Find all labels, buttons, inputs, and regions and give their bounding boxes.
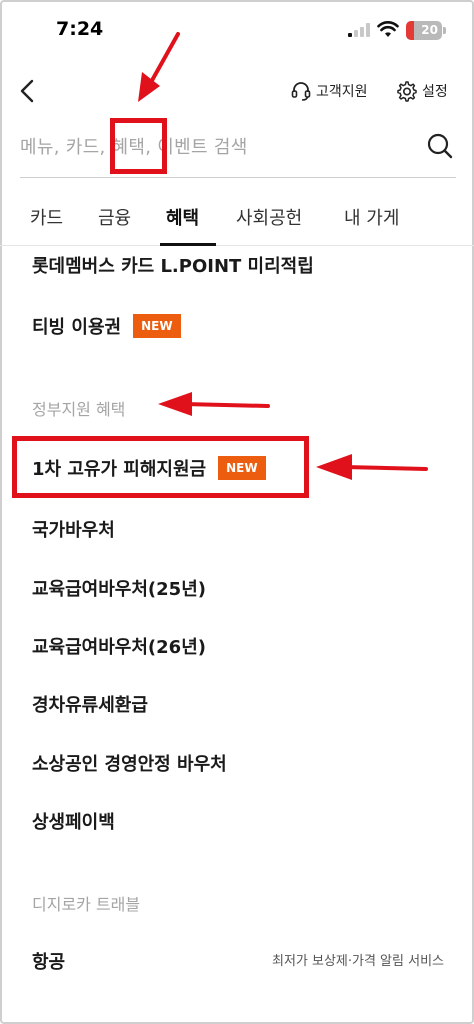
menu-item-label: 교육급여바우처(25년) — [32, 579, 206, 600]
annotation-box-search-keyword — [110, 118, 167, 174]
battery-icon: 20 — [406, 21, 442, 40]
menu-item-label: 경차유류세환급 — [32, 695, 148, 716]
battery-cap — [443, 27, 446, 34]
tab-benefits[interactable]: 혜택 — [166, 204, 199, 230]
category-tabs: 카드 금융 혜택 사회공헌 내 가게 — [0, 192, 474, 246]
settings-label: 설정 — [422, 84, 448, 100]
menu-item-flight[interactable]: 항공 — [32, 948, 65, 974]
menu-item-label: 티빙 이용권 — [32, 317, 122, 338]
back-button[interactable] — [14, 76, 42, 106]
tab-social[interactable]: 사회공헌 — [236, 204, 302, 230]
menu-item-lpoint[interactable]: 롯데멤버스 카드 L.POINT 미리적립 — [32, 252, 314, 278]
customer-support-button[interactable]: 고객지원 — [290, 78, 368, 104]
status-bar: 7:24 20 — [0, 0, 474, 60]
menu-item-label: 소상공인 경영안정 바우처 — [32, 754, 227, 775]
tab-my-store[interactable]: 내 가게 — [344, 204, 399, 230]
menu-item-payback[interactable]: 상생페이백 — [32, 808, 115, 834]
search-icon[interactable] — [426, 132, 454, 160]
customer-support-label: 고객지원 — [316, 84, 368, 100]
menu-item-label: 롯데멤버스 카드 L.POINT 미리적립 — [32, 256, 314, 277]
menu-item-label: 항공 — [32, 952, 66, 973]
status-time: 7:24 — [56, 18, 104, 40]
annotation-box-support-fund — [12, 436, 309, 498]
battery-level: 20 — [421, 23, 438, 37]
headset-icon — [291, 82, 311, 101]
signal-icon — [348, 23, 372, 37]
menu-item-edu-voucher-25[interactable]: 교육급여바우처(25년) — [32, 575, 206, 601]
active-tab-indicator — [160, 243, 216, 246]
menu-item-flight-subtext: 최저가 보상제·가격 알림 서비스 — [271, 954, 444, 969]
menu-item-national-voucher[interactable]: 국가바우처 — [32, 516, 115, 542]
menu-item-edu-voucher-26[interactable]: 교육급여바우처(26년) — [32, 633, 206, 659]
menu-item-smallbiz-voucher[interactable]: 소상공인 경영안정 바우처 — [32, 750, 227, 776]
new-badge: NEW — [133, 314, 181, 338]
menu-item-fuel-tax-refund[interactable]: 경차유류세환급 — [32, 691, 148, 717]
menu-item-label: 상생페이백 — [32, 812, 115, 833]
section-header-gov-support: 정부지원 혜택 — [32, 400, 126, 419]
menu-item-tving[interactable]: 티빙 이용권 NEW — [32, 313, 181, 339]
gear-icon — [397, 81, 417, 102]
settings-button[interactable]: 설정 — [395, 78, 448, 104]
menu-item-label: 교육급여바우처(26년) — [32, 637, 206, 658]
wifi-icon — [377, 21, 399, 37]
menu-item-label: 국가바우처 — [32, 520, 115, 541]
tab-card[interactable]: 카드 — [30, 204, 63, 230]
search-bar[interactable]: 메뉴, 카드, 혜택, 이벤트 검색 — [20, 120, 456, 178]
section-header-travel: 디지로카 트래블 — [32, 895, 141, 914]
tab-finance[interactable]: 금융 — [98, 204, 131, 230]
